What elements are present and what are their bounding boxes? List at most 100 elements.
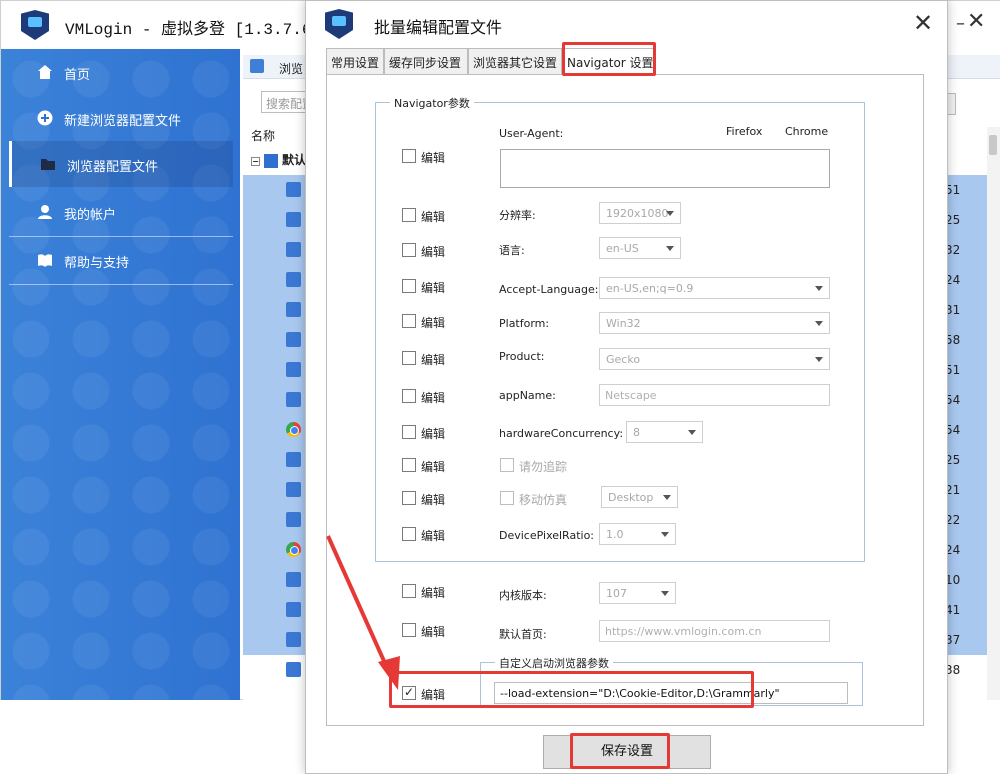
select-value: Gecko <box>606 353 641 366</box>
sidebar-item-help[interactable]: 帮助与支持 <box>9 237 233 283</box>
chevron-down-icon <box>815 321 823 326</box>
select-value: Desktop <box>608 491 654 504</box>
checkbox-box[interactable] <box>402 491 416 505</box>
device-pixel-ratio-label: DevicePixelRatio: <box>499 529 595 542</box>
home-icon <box>286 632 301 647</box>
kernel-version-select[interactable]: 107 <box>599 582 676 604</box>
firefox-header: Firefox <box>726 125 763 138</box>
checkbox-label: 编辑 <box>421 245 446 259</box>
home-icon <box>286 392 301 407</box>
collapse-icon[interactable]: − <box>251 157 260 166</box>
checkbox-box[interactable] <box>500 458 514 472</box>
checkbox-label: 编辑 <box>421 391 446 405</box>
sidebar-item-label: 新建浏览器配置文件 <box>64 114 182 129</box>
chevron-down-icon <box>666 211 674 216</box>
hardware-concurrency-select[interactable]: 8 <box>626 421 703 443</box>
chevron-down-icon <box>666 246 674 251</box>
checkbox-box[interactable] <box>402 314 416 328</box>
group-title: 自定义启动浏览器参数 <box>495 655 613 671</box>
home-icon <box>286 572 301 587</box>
dialog-close-button[interactable]: ✕ <box>908 8 938 38</box>
red-arrow-icon <box>326 535 400 690</box>
home-icon <box>286 482 301 497</box>
checkbox-label: 编辑 <box>421 586 446 600</box>
checkbox-box[interactable] <box>402 149 416 163</box>
chevron-down-icon <box>661 591 669 596</box>
plus-circle-icon <box>37 110 53 126</box>
accept-language-select[interactable]: en-US,en;q=0.9 <box>599 277 830 299</box>
device-pixel-ratio-select[interactable]: 1.0 <box>599 523 676 545</box>
sidebar-item-label: 我的帐户 <box>64 208 117 223</box>
user-agent-textarea[interactable] <box>500 149 830 188</box>
hardware-concurrency-label: hardwareConcurrency: <box>499 427 624 440</box>
tab-common-settings[interactable]: 常用设置 <box>326 48 384 74</box>
chevron-down-icon <box>661 532 669 537</box>
chrome-icon <box>286 542 301 557</box>
sidebar-item-profiles[interactable]: 浏览器配置文件 <box>9 141 233 187</box>
checkbox-box[interactable] <box>402 243 416 257</box>
select-value: 1920x1080 <box>606 207 669 220</box>
resolution-select[interactable]: 1920x1080 <box>599 202 681 224</box>
navigator-tab-page: Navigator参数 Firefox Chrome 编辑 User-Agent… <box>326 74 924 726</box>
checkbox-label: 编辑 <box>421 688 446 702</box>
tab-cache-sync[interactable]: 缓存同步设置 <box>384 48 468 74</box>
platform-select[interactable]: Win32 <box>599 312 830 334</box>
home-icon <box>286 182 301 197</box>
tree-root[interactable]: − 默认 <box>251 151 306 168</box>
sidebar-item-label: 浏览器配置文件 <box>67 160 159 175</box>
user-icon <box>37 204 53 220</box>
home-icon <box>286 272 301 287</box>
checkbox-box[interactable] <box>500 491 514 505</box>
checkbox-box[interactable] <box>402 425 416 439</box>
checkbox-label: 移动仿真 <box>519 493 568 507</box>
mobile-emulation-select[interactable]: Desktop <box>601 486 678 508</box>
vmlogin-logo-icon <box>325 9 353 39</box>
sidebar-divider <box>9 284 233 285</box>
minimize-button[interactable]: – <box>956 13 965 34</box>
appname-label: appName: <box>499 389 556 402</box>
home-icon <box>286 452 301 467</box>
checkbox-box[interactable] <box>402 389 416 403</box>
home-icon <box>286 512 301 527</box>
vertical-scrollbar[interactable] <box>987 127 1000 700</box>
sidebar-item-home[interactable]: 首页 <box>9 49 233 95</box>
resolution-label: 分辨率: <box>499 209 536 222</box>
checkbox-box[interactable] <box>402 279 416 293</box>
sidebar-item-label: 帮助与支持 <box>64 256 130 271</box>
tab-navigator-settings[interactable]: Navigator 设置 <box>562 48 654 74</box>
app-close-button[interactable]: ✕ <box>967 9 985 34</box>
sidebar-item-label: 首页 <box>64 68 91 83</box>
tab-browser-other[interactable]: 浏览器其它设置 <box>468 48 562 74</box>
appname-input[interactable]: Netscape <box>599 384 830 406</box>
sidebar-item-account[interactable]: 我的帐户 <box>9 189 233 235</box>
checkbox-box[interactable] <box>402 208 416 222</box>
checkbox-label: 编辑 <box>421 529 446 543</box>
product-label: Product: <box>499 350 545 363</box>
list-icon <box>250 59 264 73</box>
tree-root-label: 默认 <box>282 153 307 167</box>
home-icon <box>286 242 301 257</box>
chevron-down-icon <box>815 357 823 362</box>
default-homepage-input[interactable]: https://www.vmlogin.com.cn <box>599 620 830 642</box>
app-title: VMLogin - 虚拟多登 [1.3.7.6] <box>65 21 322 39</box>
toolbar-label: 浏览 <box>279 62 304 76</box>
language-label: 语言: <box>499 244 525 257</box>
accept-language-label: Accept-Language: <box>499 283 599 296</box>
checkbox-label: 编辑 <box>421 210 446 224</box>
select-value: 8 <box>633 426 640 439</box>
custom-args-input[interactable]: --load-extension="D:\Cookie-Editor,D:\Gr… <box>494 682 848 704</box>
chrome-icon <box>286 422 301 437</box>
save-button[interactable]: 保存设置 <box>543 735 711 769</box>
checkbox-label: 编辑 <box>421 353 446 367</box>
language-select[interactable]: en-US <box>599 237 681 259</box>
column-header-name[interactable]: 名称 <box>251 127 275 144</box>
sidebar-item-new-profile[interactable]: 新建浏览器配置文件 <box>9 95 233 141</box>
checkbox-label: 编辑 <box>421 427 446 441</box>
platform-label: Platform: <box>499 317 550 330</box>
checkbox-box[interactable] <box>402 458 416 472</box>
checkbox-box[interactable] <box>402 351 416 365</box>
chevron-down-icon <box>663 495 671 500</box>
folder-icon <box>40 156 56 172</box>
vmlogin-logo-icon <box>21 10 49 40</box>
product-select[interactable]: Gecko <box>599 348 830 370</box>
